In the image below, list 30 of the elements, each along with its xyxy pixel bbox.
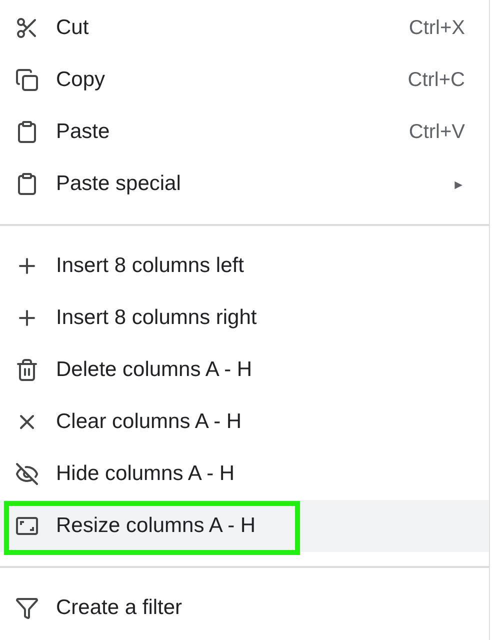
menu-item[interactable]: Cut Ctrl+X <box>0 2 489 54</box>
menu-item[interactable]: Paste Ctrl+V <box>0 106 489 158</box>
shortcut-text: Ctrl+X <box>408 16 465 40</box>
menu-item[interactable]: Create a filter <box>0 582 489 634</box>
trash-icon <box>14 357 40 383</box>
menu-item-label: Clear columns A - H <box>56 410 243 434</box>
menu-item-label: Delete columns A - H <box>56 358 254 382</box>
menu-item-label: Copy <box>56 68 106 92</box>
menu-item[interactable]: Resize columns A - H <box>0 500 489 552</box>
copy-icon <box>14 67 40 93</box>
menu-item[interactable]: Hide columns A - H <box>0 448 489 500</box>
menu-item[interactable]: Clear columns A - H <box>0 396 489 448</box>
menu-item-label: Insert 8 columns right <box>56 306 258 330</box>
filter-icon <box>14 595 40 621</box>
menu-item-label: Create a filter <box>56 596 184 620</box>
menu-item[interactable]: Paste special ► <box>0 158 489 210</box>
menu-item[interactable]: Insert 8 columns right <box>0 292 489 344</box>
menu-item-label: Hide columns A - H <box>56 462 236 486</box>
menu-item-label: Insert 8 columns left <box>56 254 245 278</box>
submenu-arrow: ► <box>452 176 465 192</box>
shortcut-text: Ctrl+C <box>408 68 465 92</box>
menu-item-label: Paste special <box>56 172 182 196</box>
menu-item-label: Paste <box>56 120 111 144</box>
menu-item-label: Resize columns A - H <box>56 514 257 538</box>
eye-off-icon <box>14 461 40 487</box>
menu-item-label: Cut <box>56 16 90 40</box>
menu-item[interactable]: Copy Ctrl+C <box>0 54 489 106</box>
menu-item[interactable]: Delete columns A - H <box>0 344 489 396</box>
menu-item[interactable]: Insert 8 columns left <box>0 240 489 292</box>
shortcut-text: Ctrl+V <box>408 120 465 144</box>
